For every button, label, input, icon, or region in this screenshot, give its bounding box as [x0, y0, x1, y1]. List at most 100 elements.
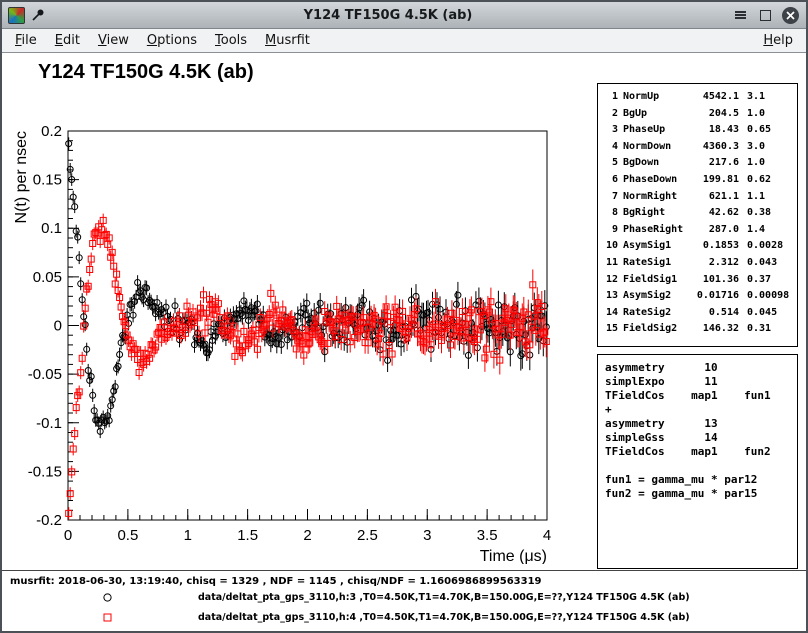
theory-line: fun2 = gamma_mu * par15	[605, 487, 790, 501]
param-name: NormRight	[623, 189, 691, 206]
param-number: 12	[604, 272, 618, 289]
svg-text:-0.05: -0.05	[28, 366, 62, 383]
param-error: 3.1	[747, 89, 791, 106]
svg-text:-0.15: -0.15	[28, 463, 62, 480]
param-number: 3	[604, 122, 618, 139]
param-name: BgRight	[623, 205, 691, 222]
param-name: PhaseRight	[623, 222, 691, 239]
svg-text:Time (μs): Time (μs)	[480, 548, 547, 564]
param-row: 3PhaseUp18.430.65	[604, 122, 791, 139]
param-error: 0.38	[747, 205, 791, 222]
param-name: BgDown	[623, 155, 691, 172]
svg-text:3: 3	[423, 527, 431, 544]
param-row: 15FieldSig2146.320.31	[604, 321, 791, 338]
param-value: 0.01716	[691, 288, 739, 305]
param-value: 199.81	[691, 172, 739, 189]
menu-item-edit[interactable]: Edit	[46, 31, 89, 50]
pin-icon[interactable]	[31, 8, 45, 22]
theory-line: asymmetry 10	[605, 361, 790, 375]
param-value: 0.1853	[691, 238, 739, 255]
plot-title: Y124 TF150G 4.5K (ab)	[38, 61, 254, 84]
param-value: 101.36	[691, 272, 739, 289]
svg-text:2: 2	[303, 527, 311, 544]
param-row: 9 PhaseRight287.0 1.4	[604, 222, 791, 239]
theory-line	[605, 459, 790, 473]
param-error: 1.4	[747, 222, 791, 239]
param-row: 4NormDown4360.33.0	[604, 139, 791, 156]
param-name: FieldSig1	[623, 272, 691, 289]
legend-entry-1: data/deltat_pta_gps_3110,h:3 ,T0=4.50K,T…	[100, 592, 690, 603]
param-number: 2	[604, 106, 618, 123]
theory-line: +	[605, 403, 790, 417]
theory-panel: asymmetry 10simplExpo 11TFieldCos map1 f…	[597, 354, 798, 569]
legend-label: data/deltat_pta_gps_3110,h:4 ,T0=4.50K,T…	[198, 612, 690, 623]
series-circle	[66, 137, 550, 438]
param-row: 8 BgRight42.62 0.38	[604, 205, 791, 222]
svg-text:0.05: 0.05	[33, 269, 62, 286]
param-row: 12 FieldSig1101.36 0.37	[604, 272, 791, 289]
svg-text:0.5: 0.5	[117, 527, 138, 544]
param-number: 9	[604, 222, 618, 239]
menu-right: Help	[754, 31, 802, 50]
param-value: 4542.1	[691, 89, 739, 106]
param-row: 10AsymSig10.18530.0028	[604, 238, 791, 255]
param-value: 146.32	[691, 321, 739, 338]
param-row: 2 BgUp204.5 1.0	[604, 106, 791, 123]
param-error: 0.31	[747, 321, 791, 338]
param-value: 621.1	[691, 189, 739, 206]
svg-text:2.5: 2.5	[357, 527, 378, 544]
param-name: NormDown	[623, 139, 691, 156]
theory-line: asymmetry 13	[605, 417, 790, 431]
param-name: RateSig2	[623, 305, 691, 322]
menu-item-musrfit[interactable]: Musrfit	[256, 31, 319, 50]
theory-line: simplExpo 11	[605, 375, 790, 389]
param-number: 14	[604, 305, 618, 322]
menu-item-view[interactable]: View	[89, 31, 138, 50]
param-error: 0.37	[747, 272, 791, 289]
param-row: 11RateSig12.3120.043	[604, 255, 791, 272]
svg-text:1.5: 1.5	[237, 527, 258, 544]
plot-svg[interactable]: 00.511.522.533.54-0.2-0.15-0.1-0.0500.05…	[10, 89, 575, 564]
theory-line: TFieldCos map1 fun1	[605, 389, 790, 403]
bottom-divider	[2, 570, 806, 571]
svg-text:4: 4	[543, 527, 551, 544]
menu-item-tools[interactable]: Tools	[206, 31, 256, 50]
param-value: 287.0	[691, 222, 739, 239]
parameter-panel: 1NormUp4542.13.12BgUp204.51.03PhaseUp18.…	[597, 83, 798, 347]
param-error: 1.0	[747, 106, 791, 123]
legend-square-marker-icon	[100, 612, 114, 623]
param-number: 8	[604, 205, 618, 222]
svg-text:N(t) per nsec: N(t) per nsec	[13, 131, 30, 223]
menu-left: FileEditViewOptionsToolsMusrfit	[6, 31, 319, 50]
svg-text:0.15: 0.15	[33, 172, 62, 189]
param-value: 18.43	[691, 122, 739, 139]
svg-text:0: 0	[54, 318, 62, 335]
param-number: 10	[604, 238, 618, 255]
param-error: 0.00098	[747, 288, 791, 305]
param-error: 3.0	[747, 139, 791, 156]
legend-circle-marker-icon	[100, 592, 114, 603]
param-value: 2.312	[691, 255, 739, 272]
titlebar[interactable]: Y124 TF150G 4.5K (ab)	[2, 2, 806, 29]
fit-status-text: musrfit: 2018-06-30, 13:19:40, chisq = 1…	[10, 576, 542, 587]
maximize-icon	[760, 10, 771, 21]
param-number: 6	[604, 172, 618, 189]
param-error: 1.1	[747, 189, 791, 206]
param-name: BgUp	[623, 106, 691, 123]
param-value: 204.5	[691, 106, 739, 123]
lines-icon	[735, 10, 746, 20]
menu-item-file[interactable]: File	[6, 31, 46, 50]
svg-text:-0.1: -0.1	[36, 415, 62, 432]
param-number: 5	[604, 155, 618, 172]
close-button[interactable]	[781, 6, 800, 25]
shade-button[interactable]	[731, 6, 750, 25]
svg-text:3.5: 3.5	[477, 527, 498, 544]
menu-item-help[interactable]: Help	[754, 31, 802, 50]
param-value: 42.62	[691, 205, 739, 222]
param-error: 0.65	[747, 122, 791, 139]
theory-line: fun1 = gamma_mu * par12	[605, 473, 790, 487]
param-number: 4	[604, 139, 618, 156]
maximize-button[interactable]	[756, 6, 775, 25]
menu-item-options[interactable]: Options	[138, 31, 206, 50]
param-number: 13	[604, 288, 618, 305]
